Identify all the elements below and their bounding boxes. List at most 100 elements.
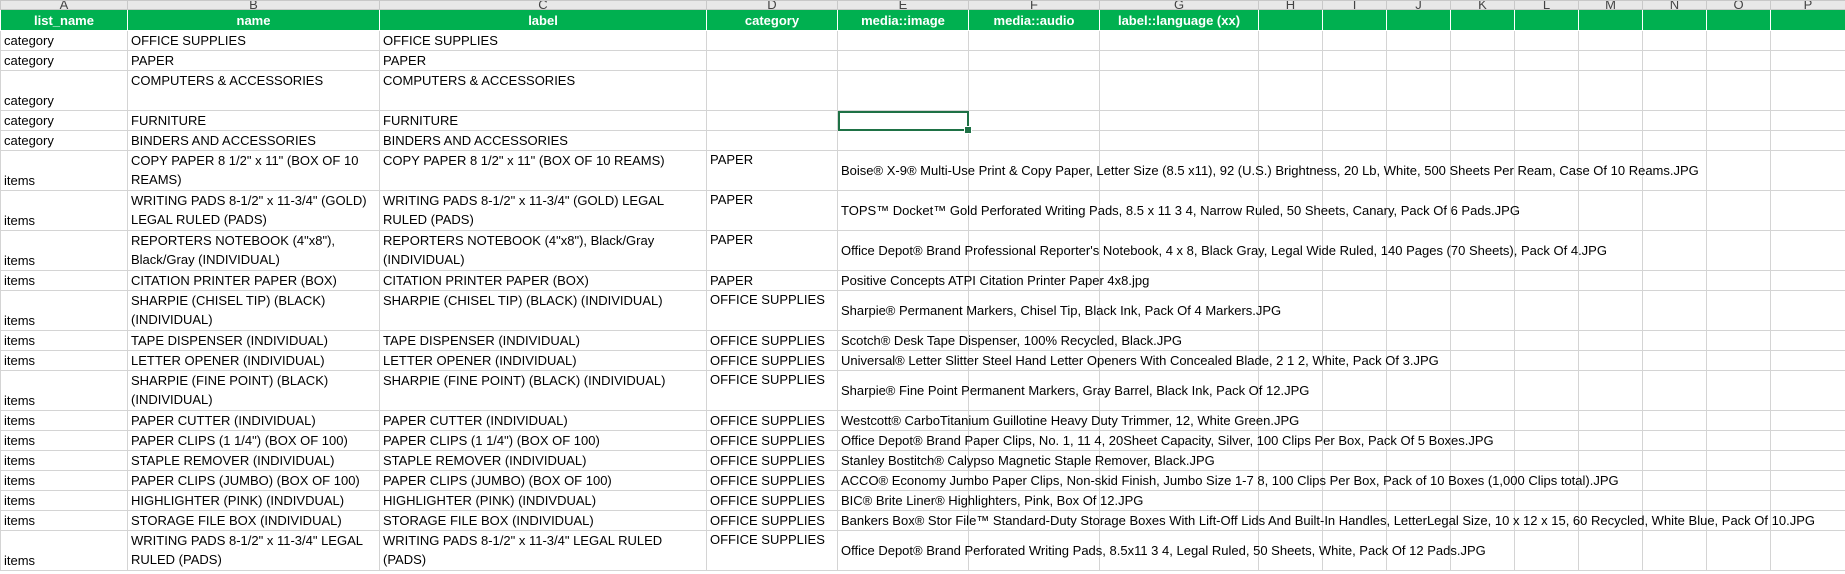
- cell-label[interactable]: PAPER CLIPS (1 1/4") (BOX OF 100): [379, 430, 707, 451]
- cell-name[interactable]: PAPER CUTTER (INDIVIDUAL): [127, 410, 380, 431]
- empty-cell[interactable]: [1642, 270, 1707, 291]
- cell-media-image[interactable]: Universal® Letter Slitter Steel Hand Let…: [837, 350, 1439, 371]
- header-cell-media-image[interactable]: media::image: [837, 9, 969, 31]
- empty-cell[interactable]: [1642, 410, 1707, 431]
- empty-cell[interactable]: [1770, 530, 1845, 571]
- empty-cell[interactable]: [1642, 190, 1707, 231]
- empty-cell[interactable]: [1386, 330, 1451, 351]
- cell-label[interactable]: REPORTERS NOTEBOOK (4"x8"), Black/Gray (…: [379, 230, 707, 271]
- column-letter[interactable]: N: [1642, 0, 1707, 10]
- cell-media-image[interactable]: BIC® Brite Liner® Highlighters, Pink, Bo…: [837, 490, 1143, 511]
- empty-cell[interactable]: [1642, 490, 1707, 511]
- empty-cell[interactable]: [1386, 410, 1451, 431]
- empty-cell[interactable]: [1386, 130, 1451, 151]
- empty-cell[interactable]: [1514, 130, 1579, 151]
- empty-cell[interactable]: [968, 50, 1100, 71]
- empty-cell[interactable]: [1258, 70, 1323, 111]
- empty-cell[interactable]: [968, 110, 1100, 131]
- empty-cell[interactable]: [1514, 70, 1579, 111]
- cell-name[interactable]: STORAGE FILE BOX (INDIVIDUAL): [127, 510, 380, 531]
- cell-label[interactable]: PAPER CLIPS (JUMBO) (BOX OF 100): [379, 470, 707, 491]
- cell-name[interactable]: HIGHLIGHTER (PINK) (INDIVDUAL): [127, 490, 380, 511]
- empty-cell[interactable]: [1578, 30, 1643, 51]
- cell-category[interactable]: PAPER: [706, 230, 838, 271]
- column-letter[interactable]: I: [1322, 0, 1387, 10]
- column-letter[interactable]: E: [837, 0, 969, 10]
- empty-cell[interactable]: [1578, 9, 1643, 31]
- empty-cell[interactable]: [1578, 110, 1643, 131]
- empty-cell[interactable]: [1322, 490, 1387, 511]
- cell-category[interactable]: PAPER: [706, 270, 838, 291]
- empty-cell[interactable]: [1386, 50, 1451, 71]
- cell-name[interactable]: PAPER: [127, 50, 380, 71]
- cell-category[interactable]: OFFICE SUPPLIES: [706, 490, 838, 511]
- empty-cell[interactable]: [1450, 370, 1515, 411]
- empty-cell[interactable]: [1578, 450, 1643, 471]
- cell-label[interactable]: WRITING PADS 8-1/2" x 11-3/4" LEGAL RULE…: [379, 530, 707, 571]
- empty-cell[interactable]: [1450, 270, 1515, 291]
- empty-cell[interactable]: [1578, 50, 1643, 71]
- empty-cell[interactable]: [1578, 330, 1643, 351]
- empty-cell[interactable]: [1514, 110, 1579, 131]
- cell-media-image[interactable]: ACCO® Economy Jumbo Paper Clips, Non-ski…: [837, 470, 1619, 491]
- empty-cell[interactable]: [1770, 150, 1845, 191]
- cell-label[interactable]: OFFICE SUPPLIES: [379, 30, 707, 51]
- cell-media-image[interactable]: Boise® X-9® Multi-Use Print & Copy Paper…: [837, 150, 1699, 191]
- empty-cell[interactable]: [1258, 130, 1323, 151]
- empty-cell[interactable]: [1706, 130, 1771, 151]
- column-letter[interactable]: L: [1514, 0, 1579, 10]
- empty-cell[interactable]: [1514, 190, 1579, 231]
- empty-cell[interactable]: [1642, 9, 1707, 31]
- empty-cell[interactable]: [1258, 450, 1323, 471]
- cell-list-name[interactable]: items: [0, 150, 128, 191]
- empty-cell[interactable]: [1450, 9, 1515, 31]
- cell-name[interactable]: COPY PAPER 8 1/2" x 11" (BOX OF 10 REAMS…: [127, 150, 380, 191]
- empty-cell[interactable]: [968, 70, 1100, 111]
- empty-cell[interactable]: [1386, 370, 1451, 411]
- cell-label[interactable]: PAPER CUTTER (INDIVIDUAL): [379, 410, 707, 431]
- column-letter[interactable]: F: [968, 0, 1100, 10]
- empty-cell[interactable]: [1706, 150, 1771, 191]
- empty-cell[interactable]: [1258, 110, 1323, 131]
- cell-category[interactable]: OFFICE SUPPLIES: [706, 430, 838, 451]
- cell-category[interactable]: [706, 30, 838, 51]
- empty-cell[interactable]: [1770, 270, 1845, 291]
- empty-cell[interactable]: [1514, 490, 1579, 511]
- cell-category[interactable]: [706, 130, 838, 151]
- cell-list-name[interactable]: items: [0, 450, 128, 471]
- cell-name[interactable]: SHARPIE (CHISEL TIP) (BLACK) (INDIVIDUAL…: [127, 290, 380, 331]
- column-letter[interactable]: K: [1450, 0, 1515, 10]
- cell-label[interactable]: COMPUTERS & ACCESSORIES: [379, 70, 707, 111]
- empty-cell[interactable]: [1450, 70, 1515, 111]
- cell-name[interactable]: COMPUTERS & ACCESSORIES: [127, 70, 380, 111]
- cell-media-image[interactable]: [837, 130, 969, 151]
- empty-cell[interactable]: [1258, 9, 1323, 31]
- empty-cell[interactable]: [1642, 110, 1707, 131]
- cell-list-name[interactable]: items: [0, 510, 128, 531]
- cell-list-name[interactable]: category: [0, 30, 128, 51]
- cell-media-image[interactable]: Bankers Box® Stor File™ Standard-Duty St…: [837, 510, 1815, 531]
- cell-list-name[interactable]: items: [0, 410, 128, 431]
- empty-cell[interactable]: [1770, 410, 1845, 431]
- cell-media-image[interactable]: Sharpie® Permanent Markers, Chisel Tip, …: [837, 290, 1281, 331]
- empty-cell[interactable]: [1642, 530, 1707, 571]
- cell-list-name[interactable]: items: [0, 470, 128, 491]
- cell-list-name[interactable]: items: [0, 430, 128, 451]
- empty-cell[interactable]: [1642, 230, 1707, 271]
- empty-cell[interactable]: [1386, 290, 1451, 331]
- empty-cell[interactable]: [1770, 130, 1845, 151]
- cell-category[interactable]: [706, 110, 838, 131]
- cell-name[interactable]: OFFICE SUPPLIES: [127, 30, 380, 51]
- empty-cell[interactable]: [1514, 410, 1579, 431]
- cell-name[interactable]: BINDERS AND ACCESSORIES: [127, 130, 380, 151]
- cell-label[interactable]: COPY PAPER 8 1/2" x 11" (BOX OF 10 REAMS…: [379, 150, 707, 191]
- empty-cell[interactable]: [1642, 450, 1707, 471]
- empty-cell[interactable]: [1706, 450, 1771, 471]
- empty-cell[interactable]: [1706, 270, 1771, 291]
- selected-cell[interactable]: [837, 110, 973, 135]
- empty-cell[interactable]: [1322, 410, 1387, 431]
- empty-cell[interactable]: [1706, 430, 1771, 451]
- empty-cell[interactable]: [1642, 130, 1707, 151]
- empty-cell[interactable]: [1450, 50, 1515, 71]
- empty-cell[interactable]: [1770, 430, 1845, 451]
